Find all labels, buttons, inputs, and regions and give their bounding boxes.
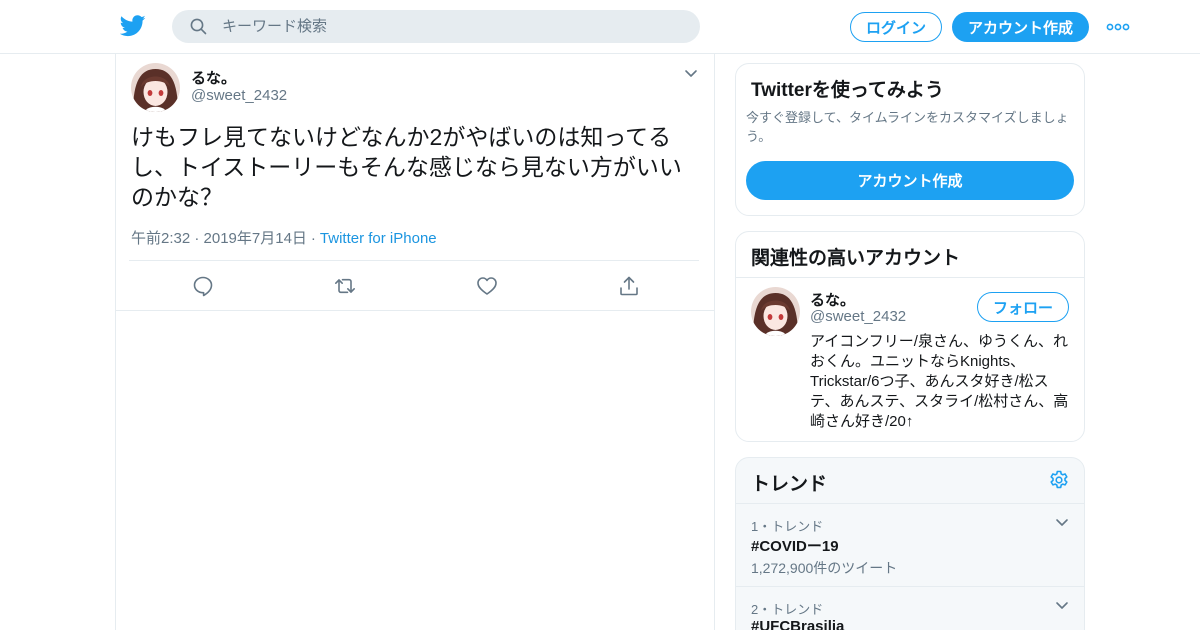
trend-tweet-count: 1,272,900件のツイート — [751, 560, 898, 576]
chevron-down-icon[interactable] — [684, 69, 698, 79]
tweet-source-link[interactable]: Twitter for iPhone — [320, 230, 437, 247]
search-icon — [190, 18, 207, 35]
meta-separator: · — [310, 230, 316, 247]
trend-rank: 1・トレンド — [751, 519, 824, 534]
signup-button[interactable]: アカウント作成 — [952, 12, 1089, 42]
chevron-down-icon[interactable] — [1055, 518, 1069, 528]
tweet: るな。 @sweet_2432 けもフレ見てないけどなんか2がやばいのは知ってる… — [116, 54, 714, 311]
signup-card-title: Twitterを使ってみよう — [751, 80, 944, 101]
related-accounts-card: 関連性の高いアカウント るな。 @sweet_2432 フォロー アイコンフリー… — [735, 231, 1085, 442]
trend-name[interactable]: #COVIDー19 — [751, 535, 839, 556]
divider — [736, 277, 1084, 278]
like-heart-icon[interactable] — [476, 275, 498, 297]
trend-name[interactable]: #UFCBrasilia — [751, 618, 844, 630]
signup-card: Twitterを使ってみよう 今すぐ登録して、タイムラインをカスタマイズしましょ… — [735, 63, 1085, 216]
tweet-handle[interactable]: @sweet_2432 — [191, 87, 287, 104]
divider — [129, 260, 699, 261]
chevron-down-icon[interactable] — [1055, 601, 1069, 611]
related-bio: アイコンフリー/泉さん、ゆうくん、れおくん。ユニットならKnights、Tric… — [810, 333, 1069, 430]
avatar[interactable] — [751, 287, 800, 336]
tweet-text: けもフレ見てないけどなんか2がやばいのは知ってるし、トイストーリーもそんな感じな… — [131, 124, 682, 210]
login-button[interactable]: ログイン — [850, 12, 942, 42]
signup-card-description: 今すぐ登録して、タイムラインをカスタマイズしましょう。 — [746, 110, 1069, 144]
main-column: るな。 @sweet_2432 けもフレ見てないけどなんか2がやばいのは知ってる… — [115, 54, 715, 630]
trends-card: トレンド 1・トレンド #COVIDー19 1,272,900件のツイート 2・… — [735, 457, 1085, 630]
more-dots-icon[interactable] — [1106, 20, 1130, 34]
related-display-name[interactable]: るな。 — [810, 289, 855, 310]
divider — [736, 503, 1084, 504]
reply-icon[interactable] — [192, 275, 214, 297]
share-icon[interactable] — [618, 275, 640, 297]
retweet-icon[interactable] — [334, 275, 356, 297]
top-nav-bar: ログイン アカウント作成 — [0, 0, 1200, 54]
divider — [736, 586, 1084, 587]
trend-rank: 2・トレンド — [751, 602, 824, 617]
gear-icon[interactable] — [1049, 470, 1069, 490]
tweet-timestamp[interactable]: 午前2:32 · 2019年7月14日 — [131, 230, 307, 247]
signup-card-button[interactable]: アカウント作成 — [746, 161, 1074, 200]
search-box — [172, 10, 700, 43]
twitter-bird-icon[interactable] — [120, 14, 146, 38]
follow-button[interactable]: フォロー — [977, 292, 1069, 322]
related-handle[interactable]: @sweet_2432 — [810, 308, 906, 325]
related-accounts-title: 関連性の高いアカウント — [751, 248, 961, 269]
tweet-metadata: 午前2:32 · 2019年7月14日 · Twitter for iPhone — [131, 227, 437, 248]
avatar[interactable] — [131, 63, 180, 112]
tweet-display-name[interactable]: るな。 — [191, 67, 236, 88]
search-input[interactable] — [222, 10, 682, 43]
trends-title: トレンド — [751, 474, 828, 495]
